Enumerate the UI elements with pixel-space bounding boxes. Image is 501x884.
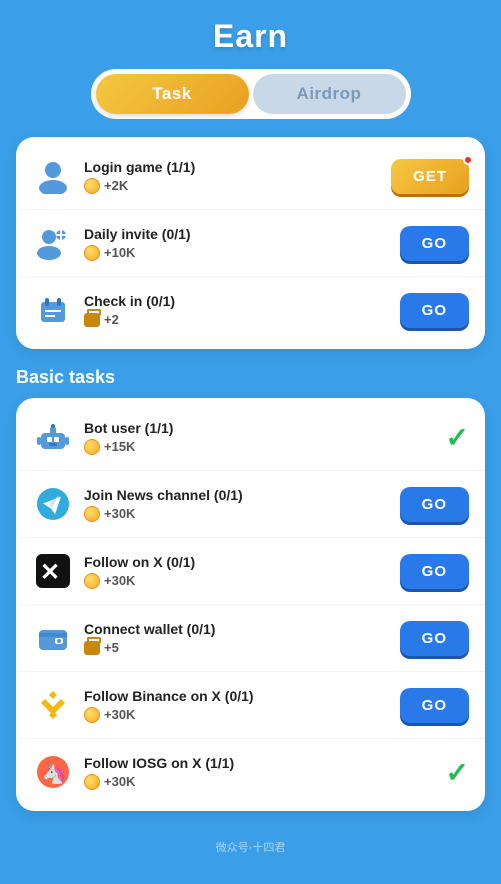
iosg-task-info: Follow IOSG on X (1/1) +30K	[84, 755, 446, 790]
bot-icon	[32, 416, 74, 458]
login-icon	[32, 155, 74, 197]
invite-task-info: Daily invite (0/1) +10K	[84, 226, 400, 261]
invite-go-button[interactable]: GO	[400, 226, 469, 261]
wallet-icon	[32, 617, 74, 659]
telegram-icon	[32, 483, 74, 525]
svg-text:🦄: 🦄	[42, 761, 67, 785]
coin-icon	[84, 774, 100, 790]
wallet-task-reward: +5	[84, 640, 400, 655]
bot-task-name: Bot user (1/1)	[84, 420, 446, 436]
checkin-icon	[32, 289, 74, 331]
notification-dot	[463, 155, 473, 165]
news-task-info: Join News channel (0/1) +30K	[84, 487, 400, 522]
bot-task-info: Bot user (1/1) +15K	[84, 420, 446, 455]
iosg-task-name: Follow IOSG on X (1/1)	[84, 755, 446, 771]
coin-icon	[84, 439, 100, 455]
invite-icon	[32, 222, 74, 264]
followx-task-info: Follow on X (0/1) +30K	[84, 554, 400, 589]
tab-airdrop[interactable]: Airdrop	[253, 74, 406, 114]
iosg-icon: 🦄	[32, 751, 74, 793]
login-task-info: Login game (1/1) +2K	[84, 159, 391, 194]
tab-bar: Task Airdrop	[91, 69, 411, 119]
news-task-reward: +30K	[84, 506, 400, 522]
task-row: Follow Binance on X (0/1) +30K GO	[16, 672, 485, 739]
task-row: ✕ Follow on X (0/1) +30K GO	[16, 538, 485, 605]
login-task-reward: +2K	[84, 178, 391, 194]
followx-go-button[interactable]: GO	[400, 554, 469, 589]
iosg-task-reward: +30K	[84, 774, 446, 790]
login-get-button[interactable]: GET	[391, 159, 469, 194]
daily-tasks-card: Login game (1/1) +2K GET Daily invite (0…	[16, 137, 485, 349]
done-checkmark: ✓	[446, 421, 469, 454]
invite-task-name: Daily invite (0/1)	[84, 226, 400, 242]
wallet-task-info: Connect wallet (0/1) +5	[84, 621, 400, 655]
followx-task-name: Follow on X (0/1)	[84, 554, 400, 570]
binance-task-info: Follow Binance on X (0/1) +30K	[84, 688, 400, 723]
coin-icon	[84, 573, 100, 589]
task-row: Bot user (1/1) +15K ✓	[16, 404, 485, 471]
basic-section-label: Basic tasks	[16, 367, 485, 388]
task-row: 🦄 Follow IOSG on X (1/1) +30K ✓	[16, 739, 485, 805]
checkin-task-info: Check in (0/1) +2	[84, 293, 400, 327]
page-header: Earn	[0, 0, 501, 69]
task-row: Check in (0/1) +2 GO	[16, 277, 485, 343]
wallet-task-name: Connect wallet (0/1)	[84, 621, 400, 637]
checkin-task-name: Check in (0/1)	[84, 293, 400, 309]
basic-tasks-card: Bot user (1/1) +15K ✓ Join News channel …	[16, 398, 485, 811]
bot-task-reward: +15K	[84, 439, 446, 455]
page-title: Earn	[213, 18, 288, 54]
watermark: 微众号·十四君	[0, 829, 501, 871]
binance-task-reward: +30K	[84, 707, 400, 723]
briefcase-icon	[84, 313, 100, 327]
news-go-button[interactable]: GO	[400, 487, 469, 522]
binance-go-button[interactable]: GO	[400, 688, 469, 723]
checkin-go-button[interactable]: GO	[400, 293, 469, 328]
wallet-go-button[interactable]: GO	[400, 621, 469, 656]
checkin-task-reward: +2	[84, 312, 400, 327]
briefcase-icon	[84, 641, 100, 655]
coin-icon	[84, 506, 100, 522]
binance-task-name: Follow Binance on X (0/1)	[84, 688, 400, 704]
followx-task-reward: +30K	[84, 573, 400, 589]
invite-task-reward: +10K	[84, 245, 400, 261]
binance-icon	[32, 684, 74, 726]
task-row: Join News channel (0/1) +30K GO	[16, 471, 485, 538]
news-task-name: Join News channel (0/1)	[84, 487, 400, 503]
coin-icon	[84, 178, 100, 194]
tab-task[interactable]: Task	[96, 74, 249, 114]
done-checkmark: ✓	[446, 756, 469, 789]
svg-text:✕: ✕	[40, 559, 60, 586]
coin-icon	[84, 245, 100, 261]
task-row: Login game (1/1) +2K GET	[16, 143, 485, 210]
coin-icon	[84, 707, 100, 723]
task-row: Connect wallet (0/1) +5 GO	[16, 605, 485, 672]
x-icon: ✕	[32, 550, 74, 592]
task-row: Daily invite (0/1) +10K GO	[16, 210, 485, 277]
login-task-name: Login game (1/1)	[84, 159, 391, 175]
